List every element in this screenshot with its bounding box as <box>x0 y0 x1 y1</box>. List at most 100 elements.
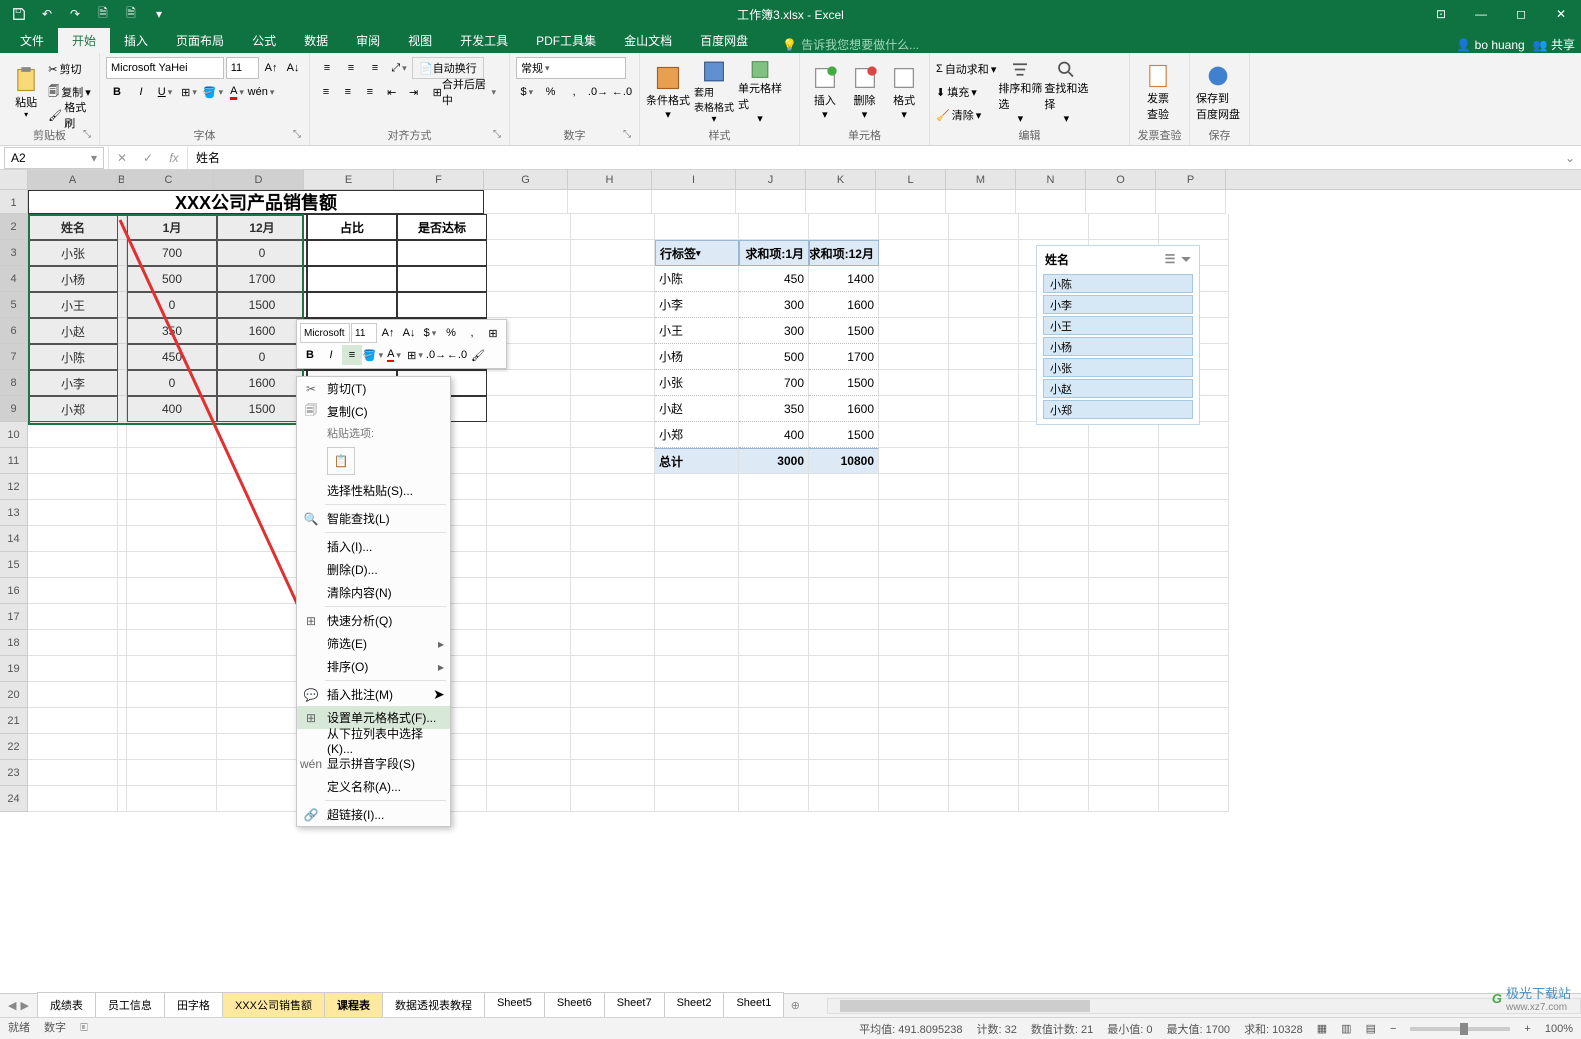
cell-E4[interactable] <box>307 266 397 292</box>
cut-button[interactable]: ✂ 剪切 <box>48 58 93 80</box>
sheet-nav-prev-icon[interactable]: ◀ <box>8 999 16 1012</box>
cell-B24[interactable] <box>118 786 127 812</box>
italic-icon[interactable]: I <box>130 81 152 103</box>
cell-G14[interactable] <box>487 526 571 552</box>
cell-I19[interactable] <box>655 656 739 682</box>
cell-A15[interactable] <box>28 552 118 578</box>
col-header-K[interactable]: K <box>806 170 876 189</box>
cell-P18[interactable] <box>1159 630 1229 656</box>
clear-filter-icon[interactable]: ⏷ <box>1181 252 1191 267</box>
cell-D11[interactable] <box>217 448 307 474</box>
cell-K18[interactable] <box>809 630 879 656</box>
cell-A9[interactable]: 小郑 <box>28 396 118 422</box>
cell-D14[interactable] <box>217 526 307 552</box>
ctx-cut[interactable]: ✂剪切(T) <box>297 377 450 400</box>
qat-icon[interactable]: 🗎 <box>90 3 116 25</box>
row-header-21[interactable]: 21 <box>0 708 28 734</box>
cell-D22[interactable] <box>217 734 307 760</box>
ctx-paste-special[interactable]: 选择性粘贴(S)... <box>297 479 450 502</box>
cell-F2[interactable]: 是否达标 <box>397 214 487 240</box>
inc-decimal-icon[interactable]: .0→ <box>587 81 609 103</box>
name-box[interactable]: A2▾ <box>4 147 104 169</box>
sheet-tab-Sheet2[interactable]: Sheet2 <box>664 992 725 1019</box>
cell-D10[interactable] <box>217 422 307 448</box>
cell-L18[interactable] <box>879 630 949 656</box>
cell-J11[interactable]: 3000 <box>739 448 809 474</box>
cell-I23[interactable] <box>655 760 739 786</box>
cell-A16[interactable] <box>28 578 118 604</box>
cell-K13[interactable] <box>809 500 879 526</box>
cell-K17[interactable] <box>809 604 879 630</box>
cell-G22[interactable] <box>487 734 571 760</box>
cell-A8[interactable]: 小李 <box>28 370 118 396</box>
cell-C12[interactable] <box>127 474 217 500</box>
row-header-15[interactable]: 15 <box>0 552 28 578</box>
row-header-3[interactable]: 3 <box>0 240 28 266</box>
col-header-F[interactable]: F <box>394 170 484 189</box>
cell-M24[interactable] <box>949 786 1019 812</box>
border-icon[interactable]: ⊞ <box>178 81 200 103</box>
row-header-10[interactable]: 10 <box>0 422 28 448</box>
cell-I6[interactable]: 小王 <box>655 318 739 344</box>
col-header-A[interactable]: A <box>28 170 118 189</box>
cell-C7[interactable]: 450 <box>127 344 217 370</box>
cell-A6[interactable]: 小赵 <box>28 318 118 344</box>
cell-H12[interactable] <box>571 474 655 500</box>
cell-C11[interactable] <box>127 448 217 474</box>
cell-D13[interactable] <box>217 500 307 526</box>
cell-A13[interactable] <box>28 500 118 526</box>
sheet-tab-Sheet7[interactable]: Sheet7 <box>604 992 665 1019</box>
add-sheet-icon[interactable]: ⊕ <box>783 999 807 1012</box>
slicer-item-0[interactable]: 小陈 <box>1043 274 1193 293</box>
cell-H5[interactable] <box>571 292 655 318</box>
cell-M12[interactable] <box>949 474 1019 500</box>
sheet-nav-next-icon[interactable]: ▶ <box>20 999 28 1012</box>
cell-N11[interactable] <box>1019 448 1089 474</box>
cell-I5[interactable]: 小李 <box>655 292 739 318</box>
cell-A5[interactable]: 小王 <box>28 292 118 318</box>
cell-N15[interactable] <box>1019 552 1089 578</box>
mini-bold-icon[interactable]: B <box>300 345 320 365</box>
mini-currency-icon[interactable]: $ <box>420 323 440 343</box>
cell-I24[interactable] <box>655 786 739 812</box>
row-header-5[interactable]: 5 <box>0 292 28 318</box>
phonetic-icon[interactable]: wén <box>250 81 272 103</box>
orientation-icon[interactable]: ⤢ <box>388 57 410 79</box>
cell-C22[interactable] <box>127 734 217 760</box>
cell-G20[interactable] <box>487 682 571 708</box>
col-header-G[interactable]: G <box>484 170 568 189</box>
cell-A14[interactable] <box>28 526 118 552</box>
align-bottom-icon[interactable]: ≡ <box>364 57 386 79</box>
cell-H8[interactable] <box>571 370 655 396</box>
cell-H15[interactable] <box>571 552 655 578</box>
cell-K9[interactable]: 1600 <box>809 396 879 422</box>
cell-B12[interactable] <box>118 474 127 500</box>
ctx-smart-lookup[interactable]: 🔍智能查找(L) <box>297 507 450 530</box>
cond-format-button[interactable]: 条件格式▾ <box>646 59 690 125</box>
zoom-out-icon[interactable]: − <box>1390 1023 1396 1035</box>
cell-L10[interactable] <box>879 422 949 448</box>
formula-input[interactable]: 姓名 <box>188 149 1559 166</box>
cell-P13[interactable] <box>1159 500 1229 526</box>
cell-H16[interactable] <box>571 578 655 604</box>
fill-button[interactable]: ⬇ 填充 ▾ <box>936 81 996 103</box>
cell-H24[interactable] <box>571 786 655 812</box>
cell-O23[interactable] <box>1089 760 1159 786</box>
cell-D16[interactable] <box>217 578 307 604</box>
cell-I21[interactable] <box>655 708 739 734</box>
user-name[interactable]: 👤 bo huang <box>1456 38 1524 52</box>
ribbon-options-icon[interactable]: ⊡ <box>1421 0 1461 28</box>
cell-G8[interactable] <box>487 370 571 396</box>
row-header-1[interactable]: 1 <box>0 190 28 214</box>
cell-H19[interactable] <box>571 656 655 682</box>
cell-L15[interactable] <box>879 552 949 578</box>
col-header-H[interactable]: H <box>568 170 652 189</box>
cell-L16[interactable] <box>879 578 949 604</box>
cell-J20[interactable] <box>739 682 809 708</box>
cell-O15[interactable] <box>1089 552 1159 578</box>
col-header-M[interactable]: M <box>946 170 1016 189</box>
redo-icon[interactable]: ↷ <box>62 3 88 25</box>
cell-O2[interactable] <box>1089 214 1159 240</box>
paste-button[interactable]: 粘贴▾ <box>6 59 46 125</box>
mini-painter-icon[interactable]: 🖌 <box>468 345 488 365</box>
